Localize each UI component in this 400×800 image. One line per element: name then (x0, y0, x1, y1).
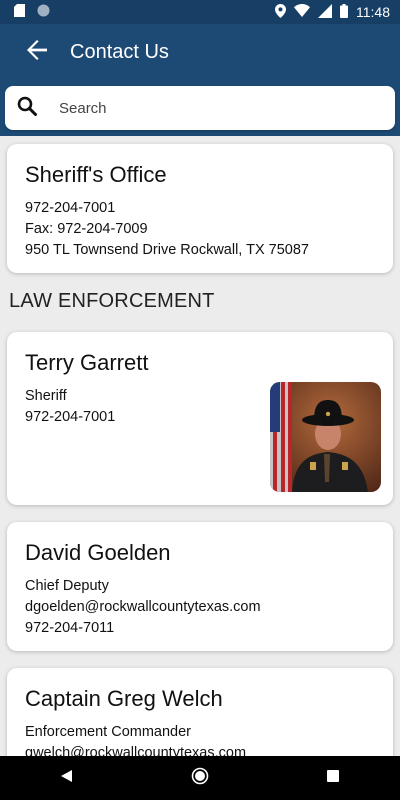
notification-circle-icon (37, 4, 50, 20)
office-name: Sheriff's Office (25, 162, 167, 187)
office-fax: Fax: 972-204-7009 (25, 221, 148, 237)
contact-title: Enforcement Commander (25, 724, 192, 740)
contact-name: Captain Greg Welch (25, 686, 223, 711)
arrow-left-icon (26, 39, 48, 66)
battery-icon (340, 3, 348, 21)
contact-email[interactable]: gwelch@rockwallcountytexas.com (25, 743, 375, 756)
cell-signal-icon (318, 3, 332, 21)
contact-name: David Goelden (25, 540, 171, 565)
search-bar[interactable] (5, 86, 395, 130)
page-title: Contact Us (70, 40, 169, 63)
search-input[interactable] (57, 98, 361, 118)
back-button[interactable] (9, 24, 65, 80)
nav-recents-button[interactable] (303, 756, 363, 800)
contact-email[interactable]: dgoelden@rockwallcountytexas.com (25, 597, 375, 618)
search-area (0, 80, 400, 136)
contact-list[interactable]: Sheriff's Office 972-204-7001 Fax: 972-2… (0, 136, 400, 756)
location-icon (275, 3, 286, 21)
contact-photo (270, 382, 381, 492)
square-recents-icon (327, 769, 340, 787)
triangle-back-icon (60, 769, 74, 788)
circle-home-icon (191, 767, 209, 790)
nav-back-button[interactable] (37, 756, 97, 800)
nav-home-button[interactable] (170, 756, 230, 800)
contact-card[interactable]: David Goelden Chief Deputy dgoelden@rock… (7, 522, 393, 651)
contact-card[interactable]: Captain Greg Welch Enforcement Commander… (7, 668, 393, 756)
office-address[interactable]: 950 TL Townsend Drive Rockwall, TX 75087 (25, 240, 375, 261)
status-bar: 11:48 (0, 0, 400, 24)
section-header: LAW ENFORCEMENT (9, 290, 215, 312)
system-nav-bar (0, 756, 400, 800)
sd-card-icon (14, 4, 25, 20)
search-icon (17, 96, 37, 121)
office-phone[interactable]: 972-204-7001 (25, 198, 375, 219)
contact-title: Chief Deputy (25, 578, 109, 594)
contact-card[interactable]: Terry Garrett Sheriff 972-204-7001 (7, 332, 393, 505)
contact-phone[interactable]: 972-204-7011 (25, 618, 375, 639)
clock: 11:48 (356, 4, 390, 20)
office-card[interactable]: Sheriff's Office 972-204-7001 Fax: 972-2… (7, 144, 393, 273)
app-bar: Contact Us (0, 24, 400, 80)
contact-name: Terry Garrett (25, 350, 149, 375)
wifi-icon (294, 4, 310, 20)
